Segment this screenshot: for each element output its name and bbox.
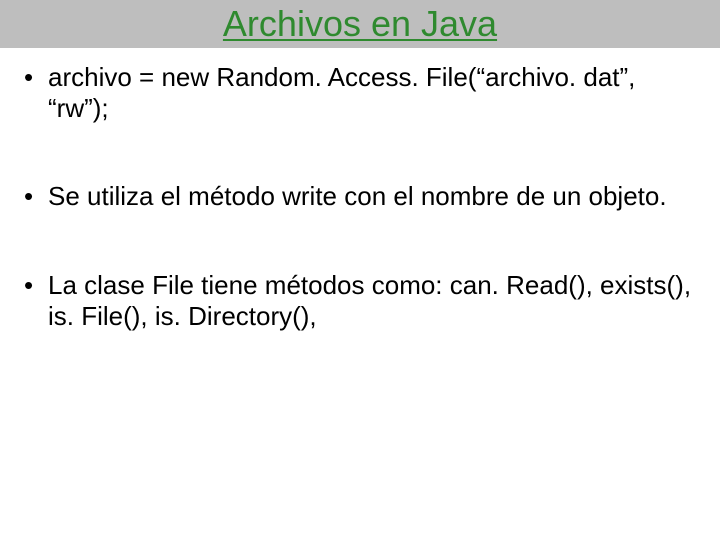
list-item: Se utiliza el método write con el nombre… <box>24 181 700 212</box>
title-band: Archivos en Java <box>0 0 720 48</box>
slide: Archivos en Java archivo = new Random. A… <box>0 0 720 540</box>
list-item: archivo = new Random. Access. File(“arch… <box>24 62 700 123</box>
list-item: La clase File tiene métodos como: can. R… <box>24 270 700 331</box>
slide-title: Archivos en Java <box>223 6 497 42</box>
bullet-list: archivo = new Random. Access. File(“arch… <box>24 62 700 331</box>
